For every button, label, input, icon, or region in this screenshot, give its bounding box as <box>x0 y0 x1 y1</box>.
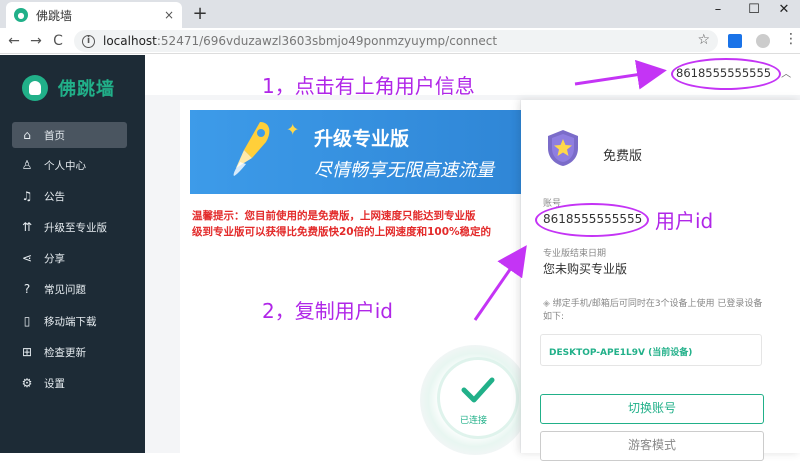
annotation-arrows <box>473 59 667 321</box>
arrow-to-user-menu <box>574 59 667 90</box>
arrow-to-account-id <box>473 245 527 321</box>
